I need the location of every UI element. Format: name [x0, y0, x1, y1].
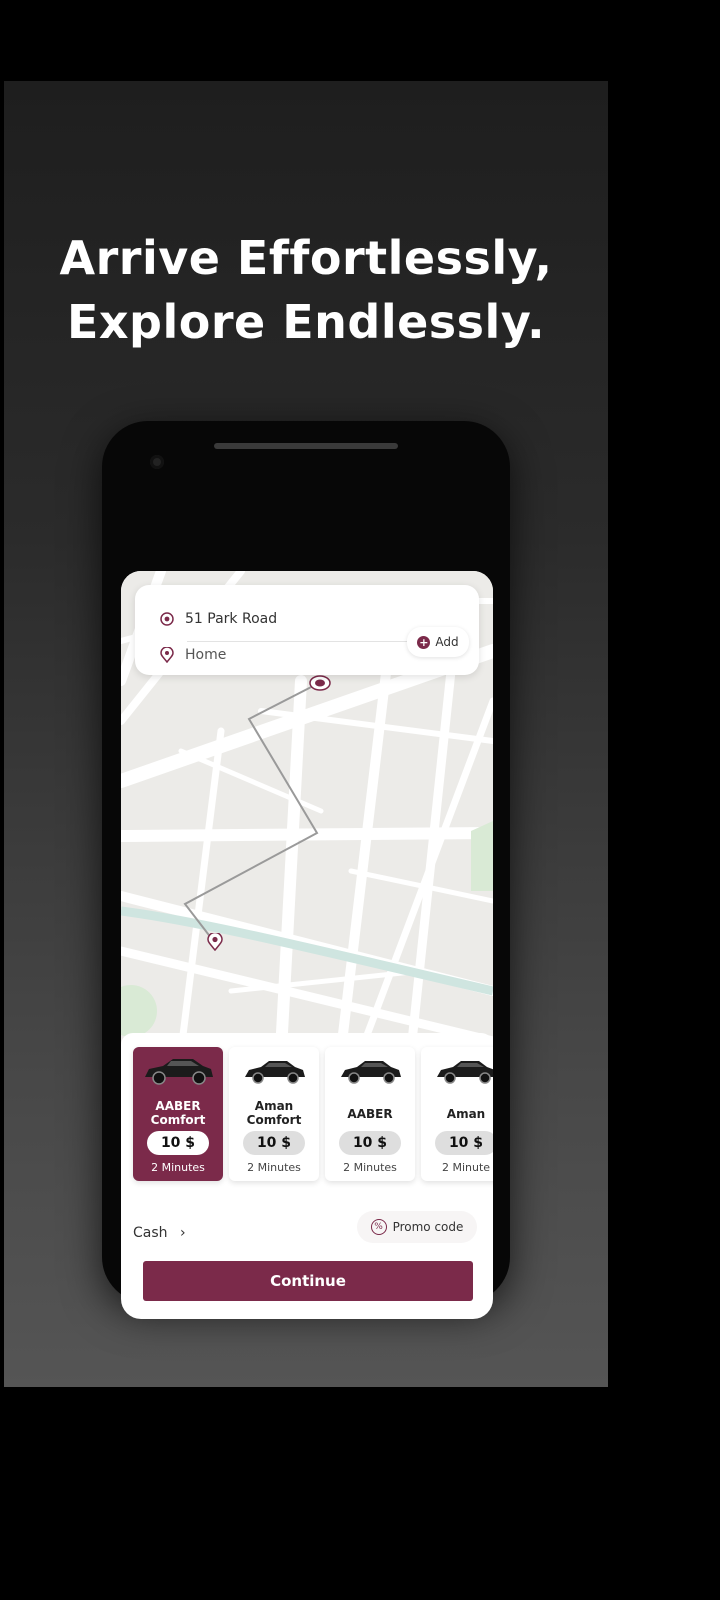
app-screen: 51 Park Road Home + Add AABER Comfort 10… — [121, 571, 493, 1319]
ride-options: AABER Comfort 10 $ 2 Minutes Aman Comfor… — [121, 1033, 493, 1199]
add-stop-button[interactable]: + Add — [407, 627, 469, 657]
pickup-address: 51 Park Road — [185, 611, 278, 627]
promo-panel: Arrive Effortlessly, Explore Endlessly. — [4, 81, 608, 1387]
chevron-right-icon: › — [179, 1225, 186, 1241]
destination-row[interactable]: Home — [159, 647, 226, 663]
promo-code-label: Promo code — [392, 1220, 464, 1234]
plus-icon: + — [417, 635, 431, 649]
ride-option-aaber[interactable]: AABER 10 $ 2 Minutes — [325, 1047, 415, 1181]
destination-marker-icon — [309, 675, 331, 691]
ride-option-aman-comfort[interactable]: Aman Comfort 10 $ 2 Minutes — [229, 1047, 319, 1181]
add-stop-label: Add — [435, 635, 459, 649]
ride-name: Aman — [446, 1107, 486, 1121]
pickup-row[interactable]: 51 Park Road — [159, 611, 277, 627]
car-icon — [145, 1059, 213, 1085]
phone-mockup: 51 Park Road Home + Add AABER Comfort 10… — [102, 421, 510, 1319]
ride-eta: 2 Minutes — [343, 1161, 397, 1174]
ride-eta: 2 Minutes — [151, 1161, 205, 1174]
ride-eta: 2 Minute — [441, 1161, 491, 1174]
ride-price: 10 $ — [435, 1131, 493, 1155]
camera-icon — [150, 455, 164, 469]
payment-row: Cash › % Promo code — [121, 1195, 493, 1255]
ride-option-aman[interactable]: Aman 10 $ 2 Minute — [421, 1047, 493, 1181]
car-icon — [437, 1061, 493, 1084]
payment-method-label: Cash — [133, 1225, 168, 1241]
ride-name: AABER — [347, 1107, 393, 1121]
ride-price: 10 $ — [147, 1131, 209, 1155]
ride-eta: 2 Minutes — [247, 1161, 301, 1174]
headline: Arrive Effortlessly, Explore Endlessly. — [4, 226, 608, 354]
continue-button[interactable]: Continue — [143, 1261, 473, 1301]
destination-address: Home — [185, 647, 227, 663]
ride-price: 10 $ — [243, 1131, 305, 1155]
percent-icon: % — [370, 1219, 387, 1235]
ride-name: Aman Comfort — [246, 1099, 302, 1127]
car-icon — [245, 1061, 305, 1084]
car-icon — [341, 1061, 401, 1084]
headline-line-1: Arrive Effortlessly, — [59, 231, 553, 285]
ride-price: 10 $ — [339, 1131, 401, 1155]
pickup-marker-icon — [207, 933, 223, 951]
map-pin-icon — [160, 647, 174, 663]
payment-method-selector[interactable]: Cash › — [133, 1225, 186, 1241]
phone-speaker — [214, 443, 398, 449]
address-card: 51 Park Road Home + Add — [135, 585, 479, 675]
ride-option-aaber-comfort[interactable]: AABER Comfort 10 $ 2 Minutes — [133, 1047, 223, 1181]
promo-code-button[interactable]: % Promo code — [357, 1211, 477, 1243]
home-indicator — [277, 1309, 335, 1312]
ride-name: AABER Comfort — [150, 1099, 206, 1127]
headline-line-2: Explore Endlessly. — [66, 295, 546, 349]
location-target-icon — [160, 612, 174, 626]
